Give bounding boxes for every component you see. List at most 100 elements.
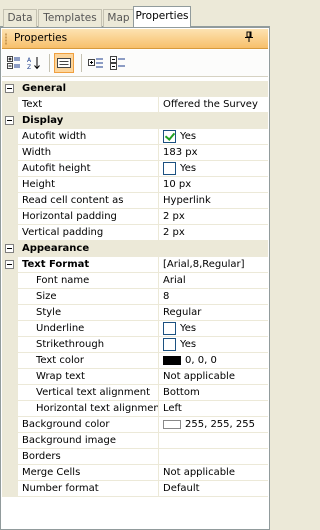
property-name: Text Format (18, 257, 159, 272)
color-swatch (163, 356, 181, 365)
value-text: 8 (163, 291, 170, 302)
value-text: Bottom (163, 387, 200, 398)
property-row-text-color[interactable]: Text color 0, 0, 0 (2, 353, 268, 369)
property-row-font-name[interactable]: Font name Arial (2, 273, 268, 289)
property-value[interactable]: 0, 0, 0 (160, 353, 268, 368)
property-value[interactable] (160, 433, 268, 448)
property-name: Height (18, 177, 159, 192)
value-text: [Arial,8,Regular] (163, 259, 245, 270)
checkbox-unchecked-icon[interactable] (163, 338, 176, 351)
property-row-text-format[interactable]: Text Format [Arial,8,Regular] (2, 257, 268, 273)
property-value[interactable]: 2 px (160, 225, 268, 240)
property-name: Wrap text (18, 369, 159, 384)
property-row-borders[interactable]: Borders (2, 449, 268, 465)
alphabetical-icon: A Z (27, 57, 40, 70)
value-text: Not applicable (163, 467, 235, 478)
property-value[interactable]: Not applicable (160, 369, 268, 384)
property-value[interactable]: Yes (160, 337, 268, 352)
property-row-read-cell[interactable]: Read cell content as Hyperlink (2, 193, 268, 209)
property-value[interactable]: Default (160, 481, 268, 496)
property-pages-button[interactable] (54, 53, 74, 73)
categorized-icon (7, 56, 20, 69)
value-text: Default (163, 483, 200, 494)
checkbox-checked-icon[interactable] (163, 130, 176, 143)
property-value[interactable]: 255, 255, 255 (160, 417, 268, 432)
value-text: 2 px (163, 211, 185, 222)
value-text: Not applicable (163, 371, 235, 382)
property-value[interactable]: Yes (160, 129, 268, 144)
collapse-icon[interactable] (5, 260, 14, 269)
svg-text:A: A (27, 57, 32, 64)
tab-templates[interactable]: Templates (38, 9, 102, 27)
property-value[interactable]: Arial (160, 273, 268, 288)
property-name: Underline (18, 321, 159, 336)
property-value[interactable]: 2 px (160, 209, 268, 224)
collapse-all-button[interactable] (108, 53, 128, 73)
panel-titlebar[interactable]: Properties (2, 29, 268, 49)
property-value[interactable]: Yes (160, 161, 268, 176)
property-row-style[interactable]: Style Regular (2, 305, 268, 321)
property-name: Horizontal padding (18, 209, 159, 224)
property-row-wrap-text[interactable]: Wrap text Not applicable (2, 369, 268, 385)
collapse-icon[interactable] (5, 244, 14, 253)
checkbox-unchecked-icon[interactable] (163, 162, 176, 175)
property-value[interactable] (160, 449, 268, 464)
svg-text:Z: Z (27, 64, 31, 70)
property-value[interactable]: Bottom (160, 385, 268, 400)
property-value[interactable]: Offered the Survey (160, 97, 268, 112)
property-row-size[interactable]: Size 8 (2, 289, 268, 305)
property-name: Text color (18, 353, 159, 368)
property-row-horizontal-padding[interactable]: Horizontal padding 2 px (2, 209, 268, 225)
category-general[interactable]: General (2, 81, 268, 97)
tab-data[interactable]: Data (3, 9, 37, 27)
property-value[interactable]: Regular (160, 305, 268, 320)
value-text: Regular (163, 307, 202, 318)
property-name: Width (18, 145, 159, 160)
property-row-vertical-padding[interactable]: Vertical padding 2 px (2, 225, 268, 241)
categorized-button[interactable] (4, 53, 24, 73)
checkbox-unchecked-icon[interactable] (163, 322, 176, 335)
property-row-background-color[interactable]: Background color 255, 255, 255 (2, 417, 268, 433)
property-row-vertical-alignment[interactable]: Vertical text alignment Bottom (2, 385, 268, 401)
collapse-icon[interactable] (5, 84, 14, 93)
property-value[interactable]: Yes (160, 321, 268, 336)
property-row-number-format[interactable]: Number format Default (2, 481, 268, 497)
property-value[interactable]: [Arial,8,Regular] (160, 257, 268, 272)
alphabetical-button[interactable]: A Z (24, 53, 44, 73)
property-row-horizontal-alignment[interactable]: Horizontal text alignment Left (2, 401, 268, 417)
toolbar-separator (49, 54, 50, 72)
properties-panel: Properties A Z General Text Offered the … (0, 27, 270, 530)
property-row-merge-cells[interactable]: Merge Cells Not applicable (2, 465, 268, 481)
property-row-autofit-height[interactable]: Autofit height Yes (2, 161, 268, 177)
property-row-height[interactable]: Height 10 px (2, 177, 268, 193)
tab-properties[interactable]: Properties (133, 6, 191, 27)
tab-map[interactable]: Map (103, 9, 134, 27)
category-label: Display (22, 115, 64, 126)
property-value[interactable]: Not applicable (160, 465, 268, 480)
property-value[interactable]: 8 (160, 289, 268, 304)
property-row-autofit-width[interactable]: Autofit width Yes (2, 129, 268, 145)
property-pages-icon (57, 58, 71, 68)
grip-icon[interactable] (5, 33, 7, 45)
category-display[interactable]: Display (2, 113, 268, 129)
property-value[interactable]: Hyperlink (160, 193, 268, 208)
property-value[interactable]: 183 px (160, 145, 268, 160)
value-text: Yes (180, 131, 197, 142)
property-name: Background image (18, 433, 159, 448)
property-name: Autofit height (18, 161, 159, 176)
property-name: Size (18, 289, 159, 304)
collapse-icon[interactable] (5, 116, 14, 125)
category-appearance[interactable]: Appearance (2, 241, 268, 257)
value-text: Yes (180, 323, 197, 334)
property-row-width[interactable]: Width 183 px (2, 145, 268, 161)
property-name: Borders (18, 449, 159, 464)
expand-all-button[interactable] (86, 53, 106, 73)
value-text: Offered the Survey (163, 99, 258, 110)
property-row-strikethrough[interactable]: Strikethrough Yes (2, 337, 268, 353)
property-value[interactable]: Left (160, 401, 268, 416)
property-value[interactable]: 10 px (160, 177, 268, 192)
property-row-underline[interactable]: Underline Yes (2, 321, 268, 337)
property-row-text[interactable]: Text Offered the Survey (2, 97, 268, 113)
property-row-background-image[interactable]: Background image (2, 433, 268, 449)
pin-icon[interactable] (244, 31, 254, 46)
